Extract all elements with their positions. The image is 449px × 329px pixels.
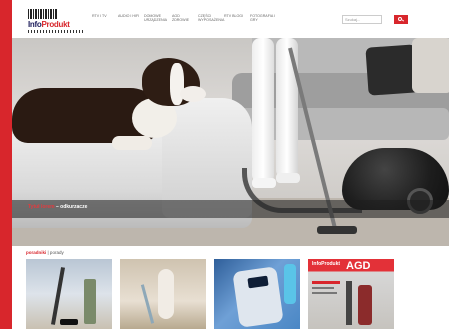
page: InfoProdukt RTV i TV AUDIO i HIFI DOMOWE…	[12, 0, 449, 329]
logo-text-part1: Info	[28, 20, 42, 29]
hero-caption-text: – odkurzacze	[54, 204, 88, 210]
hero-caption-highlight: Tytuł lorem	[28, 204, 55, 210]
magazine-line	[312, 292, 337, 294]
hero-caption[interactable]: Tytuł lorem – odkurzacze	[28, 204, 87, 210]
hero-leg-left	[252, 38, 274, 183]
nav-item-3[interactable]: DOMOWE URZĄDZENIA	[144, 14, 172, 34]
search-input[interactable]: Szukaj...	[342, 15, 382, 24]
hero-cushion	[365, 44, 419, 96]
thumb1-vacuum-base	[60, 319, 78, 325]
magazine-vacuum	[346, 281, 352, 325]
hero-person-legs	[248, 38, 304, 188]
thumb2-mop	[140, 284, 155, 324]
logo-text: InfoProdukt	[28, 20, 70, 29]
nav-item-1[interactable]: RTV i TV	[92, 14, 118, 34]
nav-item-7[interactable]: FOTOGRAFIA i GRY	[250, 14, 286, 34]
site-header: InfoProdukt RTV i TV AUDIO i HIFI DOMOWE…	[12, 0, 449, 38]
logo-strip	[28, 30, 84, 33]
nav-item-5[interactable]: CZĘŚCI WYPOSAŻENIA	[198, 14, 224, 34]
thumb-mopping[interactable]	[120, 259, 206, 329]
logo-text-part2: Produkt	[41, 20, 70, 29]
magazine-line	[312, 287, 334, 289]
thumb-bathroom-scale[interactable]	[214, 259, 300, 329]
thumb1-vacuum-pole	[50, 267, 66, 325]
search-icon-handle	[401, 19, 405, 22]
hero-caption-bar: Tytuł lorem – odkurzacze	[12, 200, 449, 218]
barcode-icon	[28, 9, 58, 19]
thumb3-bottle	[284, 264, 296, 304]
nav-item-6[interactable]: RTV BLOGI	[224, 14, 250, 34]
hero-cushion-pattern	[412, 38, 449, 93]
search-button[interactable]	[394, 15, 408, 24]
section-label: poradniki | porady	[26, 250, 64, 255]
main-nav: RTV i TV AUDIO i HIFI DOMOWE URZĄDZENIA …	[92, 14, 286, 34]
hero-dog-snout	[180, 86, 206, 102]
magazine-title: AGD	[346, 260, 371, 272]
hero-vacuum-head	[317, 226, 357, 234]
thumb2-person	[158, 269, 174, 319]
thumb-magazine-cover[interactable]: InfoProdukt AGD	[308, 259, 394, 329]
magazine-appliance	[358, 285, 372, 325]
section-label-highlight[interactable]: poradniki	[26, 250, 46, 255]
nav-item-2[interactable]: AUDIO i HIFI	[118, 14, 144, 34]
thumb3-scale	[232, 266, 284, 328]
magazine-headline	[312, 281, 340, 284]
nav-item-4[interactable]: AGD ZDROWIE	[172, 14, 198, 34]
site-logo[interactable]: InfoProdukt	[28, 9, 88, 35]
magazine-brand: InfoProdukt	[312, 261, 341, 267]
hero-dog-paw	[112, 136, 152, 150]
section-label-rest: | porady	[46, 250, 64, 255]
thumb1-tower	[84, 279, 96, 324]
hero-banner[interactable]: Tytuł lorem – odkurzacze	[12, 38, 449, 246]
thumb-stick-vacuum[interactable]	[26, 259, 112, 329]
